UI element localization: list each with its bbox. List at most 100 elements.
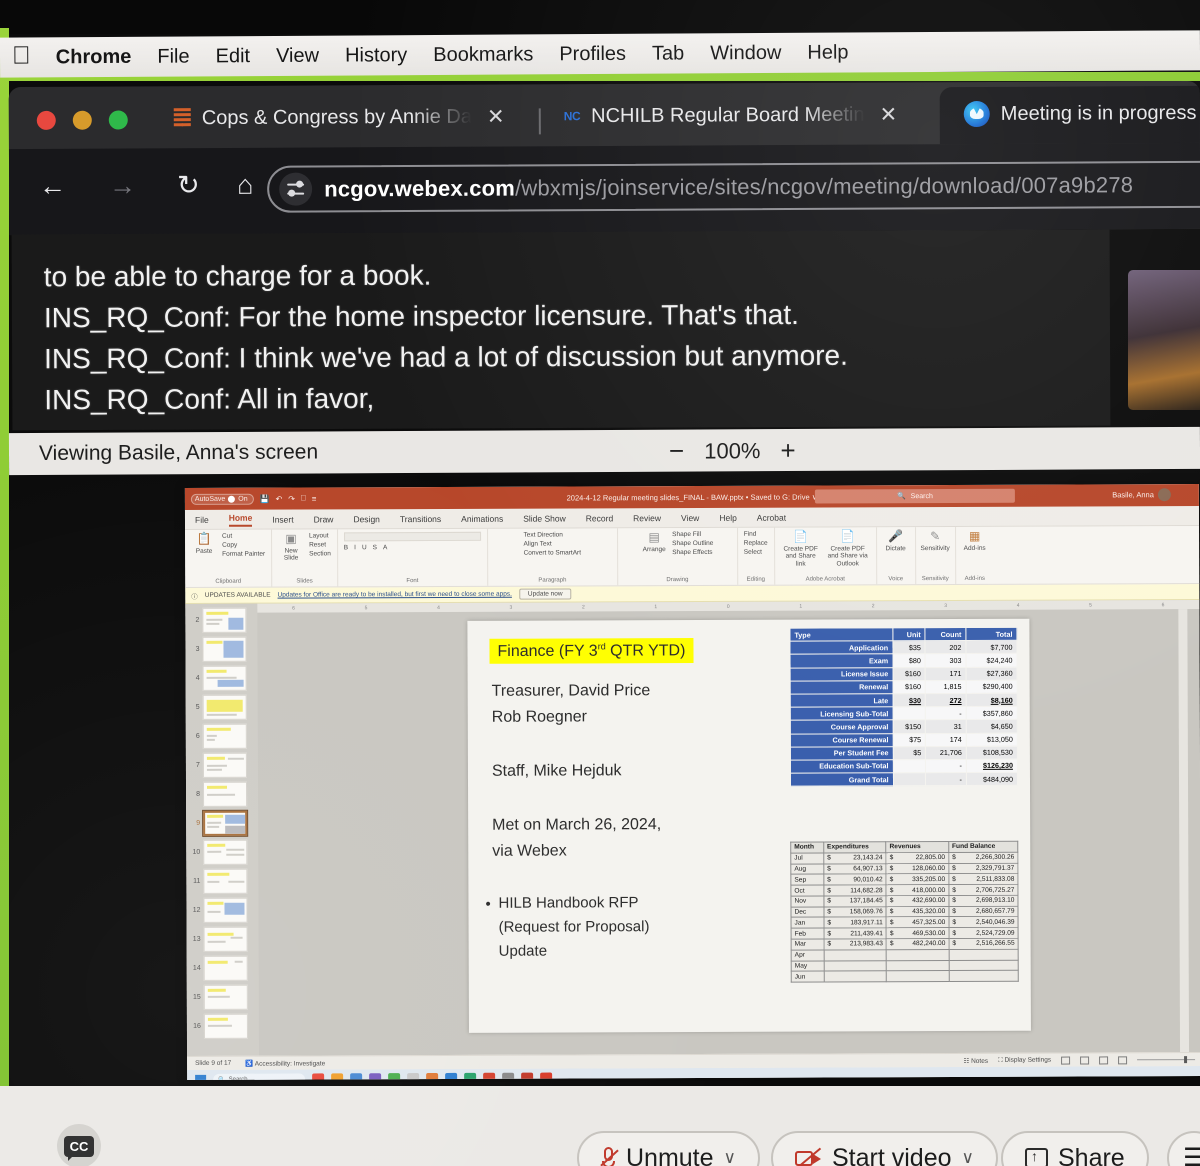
display-settings-button[interactable]: ⛶ Display Settings [998,1056,1051,1064]
italic-button[interactable]: I [354,544,356,551]
menu-chrome[interactable]: Chrome [43,45,145,69]
chevron-down-icon[interactable]: ∨ [724,1148,736,1166]
autosave-toggle[interactable]: AutoSave On [190,493,254,505]
taskbar-app-icon[interactable] [502,1072,515,1080]
thumbnail-item[interactable]: 10 [186,839,248,865]
slide-thumbnail[interactable] [203,926,248,952]
close-tab-button[interactable]: ✕ [876,102,902,127]
save-icon[interactable]: 💾 [260,494,270,503]
ribbon-tab-design[interactable]: Design [353,514,380,524]
slide-thumbnail[interactable] [202,665,247,691]
dictate-button[interactable]: 🎤 Dictate [883,529,909,552]
ribbon-tab-insert[interactable]: Insert [272,514,293,524]
menu-help[interactable]: Help [794,41,861,64]
thumbnail-item[interactable]: 8 [186,781,248,807]
present-icon[interactable]: ⎕ [301,493,306,503]
taskbar-app-icon[interactable] [540,1072,553,1080]
reading-view-button[interactable] [1099,1055,1109,1064]
add-ins-button[interactable]: ▦ Add-ins [962,529,988,552]
taskbar-app-icon[interactable] [407,1073,420,1080]
minimize-window-button[interactable] [72,110,92,130]
thumbnail-item[interactable]: 4 [186,665,247,691]
slide-thumbnail[interactable] [203,868,248,894]
new-slide-button[interactable]: ▣ New Slide [278,532,304,562]
thumbnail-item[interactable]: 6 [186,723,247,749]
window-controls[interactable] [36,110,128,130]
zoom-slider[interactable] [1137,1056,1196,1064]
thumbnail-item[interactable]: 13 [187,926,248,952]
taskbar-app-icon[interactable] [388,1073,401,1080]
normal-view-button[interactable] [1061,1056,1071,1065]
slide-thumbnail[interactable] [202,781,248,807]
menu-profiles[interactable]: Profiles [546,42,639,66]
taskbar-app-icon[interactable] [369,1073,382,1080]
current-slide[interactable]: Finance (FY 3rd QTR YTD) Treasurer, Davi… [467,618,1031,1033]
menu-file[interactable]: File [144,45,202,68]
bold-button[interactable]: B [344,544,348,551]
sensitivity-button[interactable]: ✎ Sensitivity [921,529,950,552]
slide-thumbnail[interactable] [203,897,248,923]
chevron-down-icon[interactable]: ∨ [962,1148,974,1166]
closed-caption-button[interactable]: CC [57,1124,101,1166]
reload-icon[interactable]: ↻ [177,170,200,201]
zoom-in-button[interactable]: + [780,435,795,466]
paste-button[interactable]: 📋 Paste [191,532,217,555]
menu-tab[interactable]: Tab [639,42,697,65]
qat-more-icon[interactable]: ≡ [312,494,317,503]
taskbar-app-icon[interactable] [445,1072,458,1080]
ribbon-tab-animations[interactable]: Animations [461,513,503,523]
slide-thumbnail[interactable] [202,809,249,837]
self-video-thumbnail[interactable] [1128,270,1200,410]
menu-edit[interactable]: Edit [202,45,263,68]
address-bar[interactable]: ncgov.webex.com/wbxmjs/joinservice/sites… [267,160,1200,213]
slide-thumbnail[interactable] [202,723,247,749]
quick-access-toolbar[interactable]: AutoSave On 💾 ↶ ↷ ⎕ ≡ [190,493,317,505]
align-text-button[interactable]: Align Text [524,540,581,548]
menu-view[interactable]: View [263,44,332,67]
back-icon[interactable]: ← [39,171,66,202]
taskbar-app-icon[interactable] [483,1072,496,1080]
windows-start-icon[interactable] [195,1074,207,1080]
slide-thumbnail[interactable] [203,1013,248,1039]
ribbon-tab-review[interactable]: Review [633,513,661,523]
slide-thumbnail[interactable] [202,694,247,720]
start-video-button[interactable]: Start video ∨ [771,1131,998,1166]
thumbnail-item[interactable]: 7 [186,752,247,778]
menu-history[interactable]: History [332,44,420,68]
unmute-button[interactable]: Unmute ∨ [577,1131,760,1166]
slide-thumbnail[interactable] [202,636,247,662]
home-icon[interactable]: ⌂ [237,170,253,201]
tab-nchilb-board-meeting[interactable]: NC NCHILB Regular Board Meetin ✕ [554,90,912,140]
shape-outline-button[interactable]: Shape Outline [672,540,713,547]
ribbon-tab-slide-show[interactable]: Slide Show [523,513,566,523]
slide-thumbnail[interactable] [203,984,248,1010]
thumbnail-item[interactable]: 12 [186,897,248,923]
create-pdf-share-outlook-button[interactable]: 📄 Create PDF and Share via Outlook [826,529,870,567]
ribbon-tab-record[interactable]: Record [586,513,613,523]
update-now-button[interactable]: Update now [518,588,572,600]
user-account[interactable]: Basile, Anna [1112,488,1171,502]
taskbar-app-icon[interactable] [426,1072,439,1080]
slide-thumbnail[interactable] [203,839,248,865]
convert-smartart-button[interactable]: Convert to SmartArt [524,549,581,556]
layout-button[interactable]: Layout [309,532,331,539]
thumbnail-item[interactable]: 11 [186,868,248,894]
powerpoint-search-box[interactable]: 🔍 Search [814,488,1015,504]
site-settings-icon[interactable] [279,172,313,206]
slide-sorter-view-button[interactable] [1080,1055,1090,1065]
ribbon-tab-draw[interactable]: Draw [314,514,334,524]
thumbnail-item-selected[interactable]: 9 [186,809,249,837]
menu-window[interactable]: Window [697,41,794,65]
accessibility-status[interactable]: ♿ Accessibility: Investigate [245,1059,325,1067]
taskbar-app-icon[interactable] [331,1073,344,1080]
tab-cops-and-congress[interactable]: Cops & Congress by Annie Da ✕ [164,92,519,142]
thumbnail-item[interactable]: 15 [187,984,248,1010]
replace-button[interactable]: Replace [744,540,768,547]
slide-thumbnail[interactable] [202,752,247,778]
taskbar-app-icon[interactable] [350,1073,363,1080]
forward-icon[interactable]: → [109,170,136,201]
strikethrough-button[interactable]: S [373,544,377,551]
format-painter-button[interactable]: Format Painter [222,551,265,558]
taskbar-app-icon[interactable] [464,1072,477,1080]
ribbon-tab-home[interactable]: Home [228,512,253,527]
